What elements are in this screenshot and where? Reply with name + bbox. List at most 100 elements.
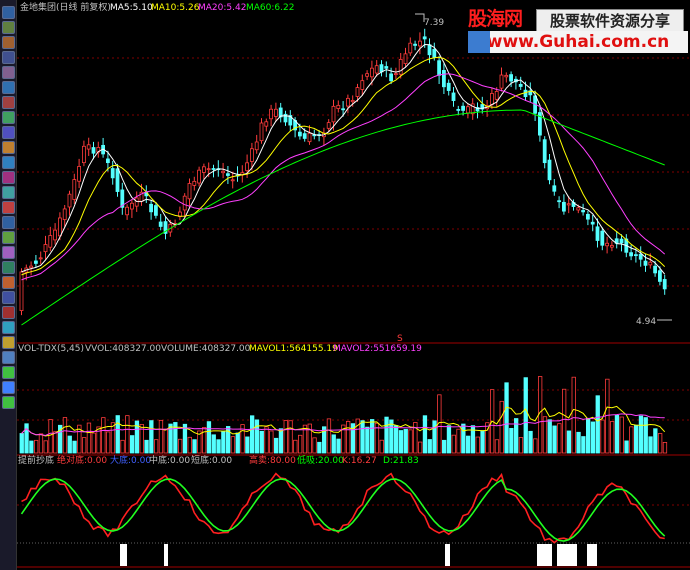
toolbar-tool-icon[interactable] bbox=[2, 171, 15, 184]
volume-bar bbox=[494, 439, 500, 454]
volume-bar bbox=[130, 435, 135, 454]
volume-bar bbox=[317, 441, 322, 454]
candle-body bbox=[134, 197, 139, 207]
candle-body bbox=[149, 203, 154, 213]
volume-bar bbox=[273, 437, 279, 454]
toolbar-tool-icon[interactable] bbox=[2, 6, 15, 19]
toolbar-tool-icon[interactable] bbox=[2, 51, 15, 64]
volume-bar bbox=[509, 427, 514, 454]
candle-body bbox=[552, 185, 557, 192]
volume-bar bbox=[177, 438, 183, 454]
candle-body bbox=[643, 260, 648, 266]
toolbar-tool-icon[interactable] bbox=[2, 291, 15, 304]
volume-bar bbox=[269, 430, 274, 454]
volume-bar bbox=[557, 423, 562, 454]
toolbar-tool-icon[interactable] bbox=[2, 366, 15, 379]
volume-bar bbox=[168, 423, 173, 454]
volume-bar bbox=[619, 416, 624, 454]
toolbar-tool-icon[interactable] bbox=[2, 276, 15, 289]
volume-bar bbox=[417, 441, 423, 454]
volume-bar bbox=[336, 438, 341, 454]
candle-body bbox=[115, 168, 120, 192]
toolbar-tool-icon[interactable] bbox=[2, 81, 15, 94]
volume-bar bbox=[610, 421, 615, 454]
candle-body bbox=[456, 109, 461, 111]
absolute-bottom-label: 绝对底:0.00 bbox=[57, 454, 107, 466]
toolbar-tool-icon[interactable] bbox=[2, 306, 15, 319]
big-bottom-label: 大底:0.00 bbox=[110, 454, 151, 466]
candle-body bbox=[586, 213, 590, 220]
volume-bar bbox=[427, 439, 432, 454]
candle-body bbox=[38, 257, 43, 260]
toolbar-tool-icon[interactable] bbox=[2, 231, 15, 244]
toolbar-tool-icon[interactable] bbox=[2, 396, 15, 409]
kline-chart[interactable]: 金地集团(日线 前复权) MA5:5.10 MA10:5.26 MA20:5.4… bbox=[17, 0, 690, 570]
toolbar-tool-icon[interactable] bbox=[2, 36, 15, 49]
toolbar-tool-icon[interactable] bbox=[2, 216, 15, 229]
short-bottom-label: 短底:0.00 bbox=[191, 454, 232, 466]
candle-body bbox=[437, 60, 442, 76]
candle-body bbox=[384, 66, 389, 69]
candle-body bbox=[432, 48, 437, 58]
volume-bar bbox=[225, 426, 231, 454]
toolbar-tool-icon[interactable] bbox=[2, 141, 15, 154]
vvol-label: VVOL:408327.00 bbox=[85, 344, 161, 354]
volume-bar bbox=[581, 436, 586, 454]
toolbar-tool-icon[interactable] bbox=[2, 381, 15, 394]
candle-body bbox=[413, 43, 418, 46]
volume-bar bbox=[144, 439, 149, 454]
volume-bar bbox=[72, 440, 77, 454]
toolbar-tool-icon[interactable] bbox=[2, 261, 15, 274]
candle-body bbox=[489, 93, 494, 105]
volume-bar bbox=[33, 439, 39, 454]
candle-body bbox=[581, 210, 585, 213]
volume-bar bbox=[86, 422, 92, 454]
volume-bar bbox=[278, 428, 284, 454]
candle-body bbox=[422, 36, 427, 40]
volume-bar bbox=[562, 388, 567, 454]
toolbar-tool-icon[interactable] bbox=[2, 336, 15, 349]
volume-bar bbox=[345, 420, 351, 454]
volume-bar bbox=[360, 420, 365, 454]
volume-bar bbox=[398, 430, 404, 454]
volume-bar bbox=[643, 417, 648, 454]
volume-bar bbox=[518, 437, 524, 454]
toolbar-tool-icon[interactable] bbox=[2, 96, 15, 109]
candle-body bbox=[43, 244, 48, 253]
volume-bar bbox=[499, 400, 504, 454]
candle-body bbox=[393, 73, 398, 76]
toolbar-tool-icon[interactable] bbox=[2, 21, 15, 34]
candle-body bbox=[576, 207, 581, 211]
toolbar-tool-icon[interactable] bbox=[2, 111, 15, 124]
volume-bar bbox=[115, 415, 120, 454]
stock-name-label: 金地集团(日线 前复权) bbox=[20, 1, 111, 13]
volume-bar bbox=[206, 421, 212, 454]
toolbar-tool-icon[interactable] bbox=[2, 186, 15, 199]
toolbar-tool-icon[interactable] bbox=[2, 351, 15, 364]
candle-body bbox=[297, 131, 302, 137]
candle-body bbox=[302, 133, 307, 139]
ma10-label: MA10:5.26 bbox=[151, 3, 200, 13]
toolbar-tool-icon[interactable] bbox=[2, 321, 15, 334]
toolbar-tool-icon[interactable] bbox=[2, 66, 15, 79]
volume-bar bbox=[547, 419, 552, 454]
volume-bar bbox=[62, 417, 68, 454]
volume-bar bbox=[307, 423, 312, 454]
volume-bar bbox=[533, 438, 538, 454]
toolbar-tool-icon[interactable] bbox=[2, 126, 15, 139]
volume-bar bbox=[595, 395, 600, 454]
volume-bar bbox=[158, 419, 164, 454]
volume-bar bbox=[192, 439, 197, 454]
volume-bar bbox=[586, 417, 591, 454]
candle-body bbox=[72, 179, 77, 200]
candle-body bbox=[350, 100, 355, 103]
toolbar-tool-icon[interactable] bbox=[2, 156, 15, 169]
volume-bar bbox=[422, 415, 428, 454]
toolbar-tool-icon[interactable] bbox=[2, 246, 15, 259]
watermark-subtitle: 股票软件资源分享 bbox=[536, 9, 684, 33]
candle-body bbox=[408, 42, 413, 54]
mavol2-label: MAVOL2:551659.19 bbox=[333, 344, 422, 354]
volume-bar bbox=[288, 420, 293, 454]
toolbar-tool-icon[interactable] bbox=[2, 201, 15, 214]
candle-body bbox=[221, 170, 226, 174]
